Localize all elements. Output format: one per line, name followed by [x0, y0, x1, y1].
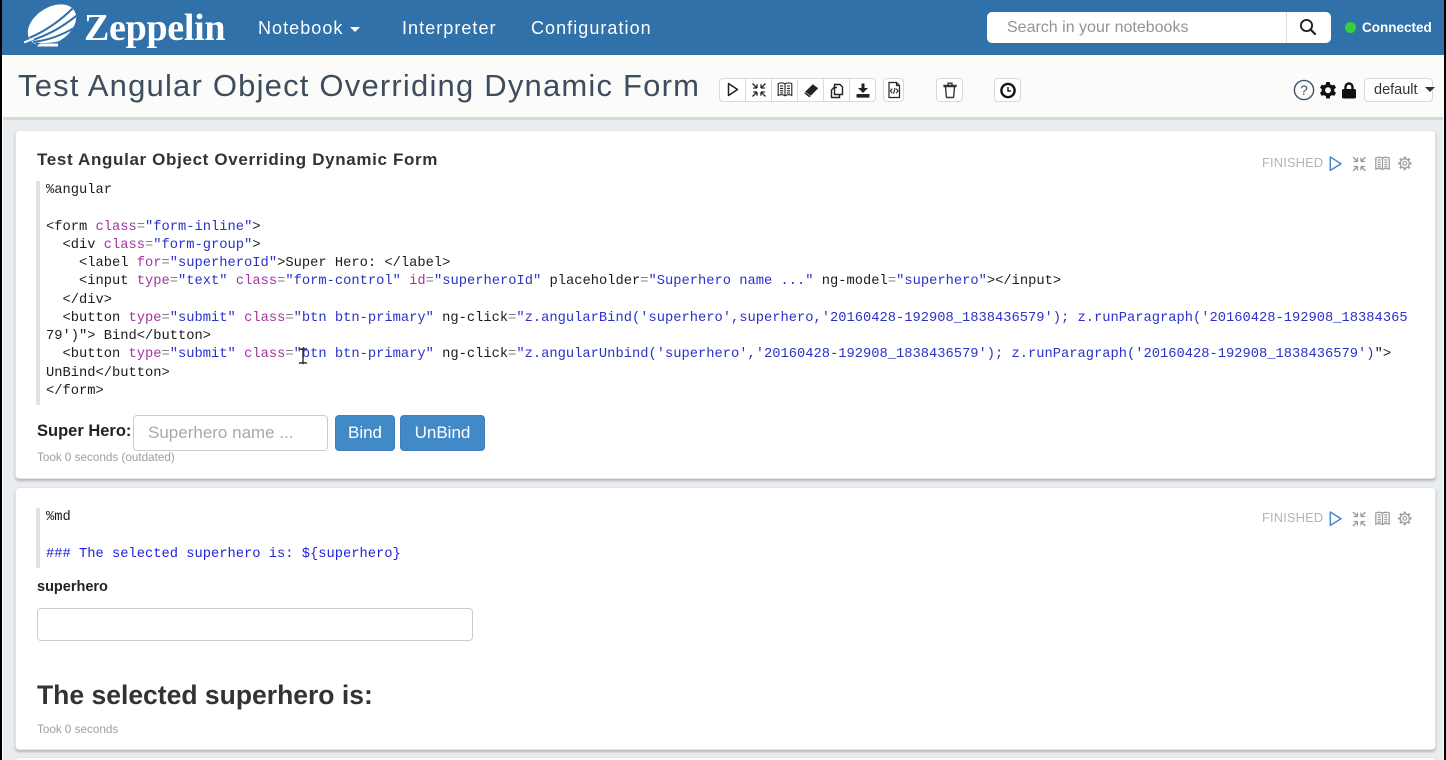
svg-text:?: ? — [1300, 83, 1308, 98]
